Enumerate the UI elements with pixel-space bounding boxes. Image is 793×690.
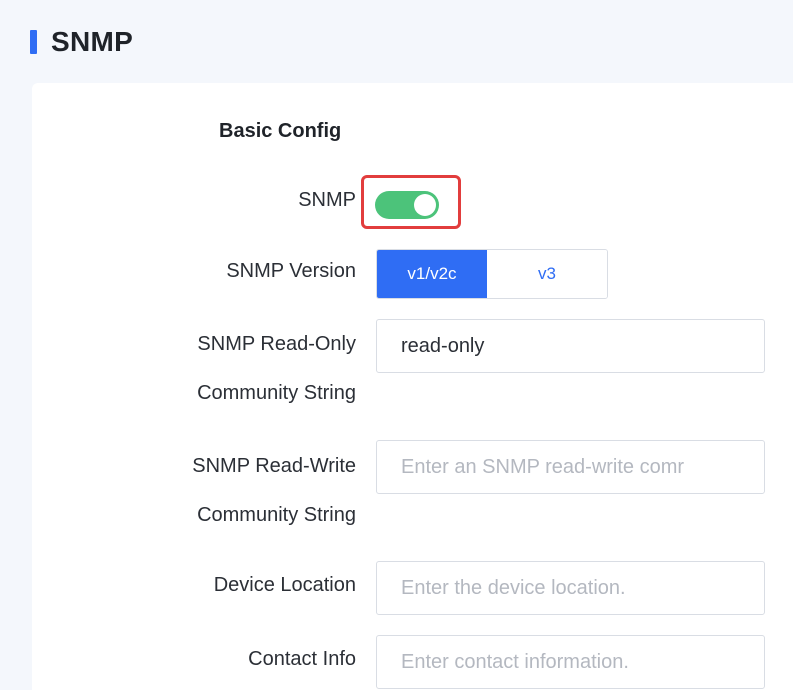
page-title: SNMP [51,26,134,57]
read-write-community-label-line1: SNMP Read-Write [192,455,356,477]
config-card: Basic Config SNMP SNMP Version v1/v2c v3… [32,83,793,690]
device-location-label: Device Location [213,574,356,596]
read-only-community-input[interactable] [376,319,765,373]
page: SNMP Basic Config SNMP SNMP Version v1/v… [0,0,793,690]
section-title: Basic Config [219,120,342,142]
snmp-version-option-v1v2c[interactable]: v1/v2c [377,250,487,298]
snmp-version-option-v3[interactable]: v3 [487,250,607,298]
snmp-toggle-label: SNMP [298,189,356,211]
read-write-community-label-line2: Community String [197,504,356,526]
snmp-version-selector: v1/v2c v3 [376,249,608,299]
read-write-community-input[interactable] [376,440,765,494]
read-only-community-label-line2: Community String [197,382,356,404]
device-location-input[interactable] [376,561,765,615]
contact-info-label: Contact Info [248,648,356,670]
read-write-community-label: SNMP Read-Write Community String [192,442,356,540]
read-only-community-label: SNMP Read-Only Community String [197,320,356,418]
title-accent-bar [30,30,37,54]
page-header: SNMP [30,24,133,60]
snmp-toggle-switch[interactable] [375,191,439,219]
contact-info-input[interactable] [376,635,765,689]
switch-knob [414,194,436,216]
snmp-version-label: SNMP Version [226,260,356,282]
read-only-community-label-line1: SNMP Read-Only [197,333,356,355]
